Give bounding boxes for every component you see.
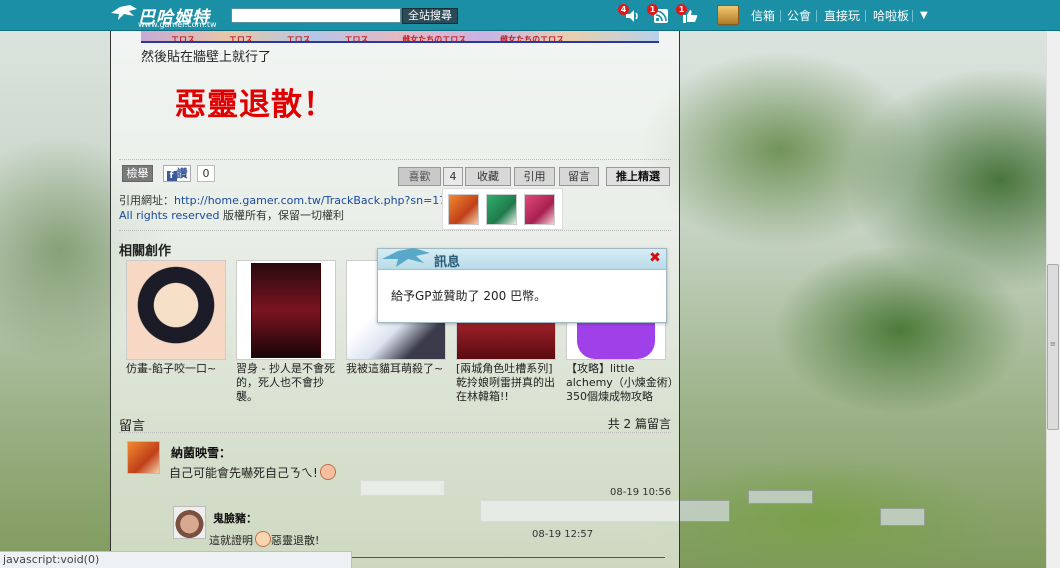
related-thumb[interactable] xyxy=(126,260,226,360)
dialog-title: 訊息 xyxy=(434,255,461,270)
related-works-title: 相關創作 xyxy=(119,244,172,259)
dragon-logo-icon xyxy=(111,5,137,20)
top-navigation-bar: 巴哈姆特 www.gamer.com.tw 全站搜尋 4 1 1 信箱 公會 直… xyxy=(0,0,1060,31)
smile-emoji-icon xyxy=(255,531,271,547)
facebook-like-count: 0 xyxy=(197,165,215,182)
reply-avatar[interactable] xyxy=(173,506,206,539)
rights-line: All rights reserved 版權所有，保留一切權利 xyxy=(119,207,344,223)
banner-text: エロス xyxy=(171,35,195,43)
divider xyxy=(119,230,671,231)
reply-text-body: 這就證明 xyxy=(209,534,253,547)
dialog-message: 給予GP並贊助了 200 巴幣。 xyxy=(391,289,547,303)
dialog-header: 訊息 ✖ xyxy=(378,248,666,270)
banner-text: エロス xyxy=(286,35,311,43)
nav-separator xyxy=(912,10,913,22)
bench-right-bg xyxy=(748,490,813,504)
comment-author[interactable]: 納菌映雪： xyxy=(171,444,231,461)
facebook-like-label: 讚 xyxy=(176,167,188,180)
facebook-icon: f xyxy=(166,171,177,181)
reply-text-tail: 惡靈退散! xyxy=(271,534,320,547)
comment-avatar[interactable] xyxy=(127,441,160,474)
liker-avatars xyxy=(442,188,563,230)
reply-text: 這就證明 惡靈退散! xyxy=(209,531,319,548)
divider xyxy=(119,432,671,433)
pig-emoji-icon xyxy=(319,464,336,480)
related-caption[interactable]: 習身 - 抄人是不會死的，死人也不會抄襲。 xyxy=(236,362,344,404)
banner-text: エロス xyxy=(344,35,369,43)
banner-text: 雌女たちのエロス xyxy=(402,35,467,43)
report-button[interactable]: 檢舉 xyxy=(122,165,153,182)
related-caption[interactable]: 我被這貓耳萌殺了~ xyxy=(346,362,454,376)
comment-text: 自己可能會先嚇死自己ㄋㄟ! xyxy=(169,464,336,481)
related-caption[interactable]: [兩城角色吐槽系列] 乾拎娘咧雷拼真的出在林韓箱!! xyxy=(456,362,564,404)
logo-url: www.gamer.com.tw xyxy=(138,20,217,29)
thumb-art xyxy=(251,263,321,358)
search-input[interactable] xyxy=(231,8,401,23)
nav-separator xyxy=(865,10,866,22)
site-logo[interactable]: 巴哈姆特 www.gamer.com.tw xyxy=(110,3,222,29)
bbq-grill-bg xyxy=(880,508,925,526)
nav-menu-toggle[interactable]: ▼ xyxy=(920,9,928,23)
nav-forum[interactable]: 哈啦板 xyxy=(873,9,909,23)
banner-text: 雌女たちのエロス xyxy=(500,35,565,43)
related-caption[interactable]: 仿畫-餡子咬一口~ xyxy=(126,362,234,376)
trackback-url[interactable]: http://home.gamer.com.tw/TrackBack.php?s… xyxy=(174,194,481,207)
trackback-label: 引用網址： xyxy=(119,194,174,207)
reply-author[interactable]: 鬼臉豬： xyxy=(213,510,257,526)
favorite-button[interactable]: 收藏 xyxy=(465,167,511,186)
reply-time: 08-19 12:57 xyxy=(532,529,594,540)
nav-separator xyxy=(780,10,781,22)
rss-badge: 1 xyxy=(647,4,658,15)
facebook-like-button[interactable]: f讚 xyxy=(163,165,191,182)
search-button[interactable]: 全站搜尋 xyxy=(402,8,458,24)
comment-button[interactable]: 留言 xyxy=(559,167,599,186)
like-badge: 1 xyxy=(676,4,687,15)
comment-text-body: 自己可能會先嚇死自己ㄋㄟ! xyxy=(169,466,318,480)
speaker-badge: 4 xyxy=(618,4,629,15)
like-button[interactable]: 喜歡 xyxy=(398,167,441,186)
article-big-text: 惡靈退散！ xyxy=(175,87,335,123)
related-caption[interactable]: 【攻略】little alchemy（小煉金術）350個煉成物攻略 xyxy=(566,362,674,404)
message-dialog: 訊息 ✖ 給予GP並贊助了 200 巴幣。 xyxy=(377,248,667,323)
close-icon[interactable]: ✖ xyxy=(648,250,662,266)
liker-avatar[interactable] xyxy=(448,194,479,225)
like-count: 4 xyxy=(443,167,463,186)
recommend-button[interactable]: 推上精選 xyxy=(606,167,670,186)
nav-play[interactable]: 直接玩 xyxy=(824,9,860,23)
dragon-logo-icon xyxy=(382,248,430,267)
scrollbar-grip-icon: ≡ xyxy=(1050,340,1056,348)
liker-avatar[interactable] xyxy=(524,194,555,225)
banner-text: エロス xyxy=(228,35,253,43)
browser-status-bar: javascript:void(0) xyxy=(0,551,352,568)
comment-time: 08-19 10:56 xyxy=(610,487,672,498)
related-thumb[interactable] xyxy=(236,260,336,360)
article-text-line: 然後貼在牆壁上就行了 xyxy=(141,50,272,65)
rights-chinese: 版權所有，保留一切權利 xyxy=(223,209,345,222)
rights-english: All rights reserved xyxy=(119,209,220,222)
nav-mailbox[interactable]: 信箱 xyxy=(751,9,775,23)
quote-button[interactable]: 引用 xyxy=(514,167,555,186)
liker-avatar[interactable] xyxy=(486,194,517,225)
trackback-line: 引用網址：http://home.gamer.com.tw/TrackBack.… xyxy=(119,192,481,208)
comments-count: 共 2 篇留言 xyxy=(607,417,671,431)
nav-guild[interactable]: 公會 xyxy=(787,9,811,23)
nav-separator xyxy=(816,10,817,22)
divider xyxy=(119,159,671,160)
user-avatar[interactable] xyxy=(717,5,739,25)
ad-banner[interactable]: エロス エロス エロス エロス 雌女たちのエロス 雌女たちのエロス xyxy=(141,31,659,43)
